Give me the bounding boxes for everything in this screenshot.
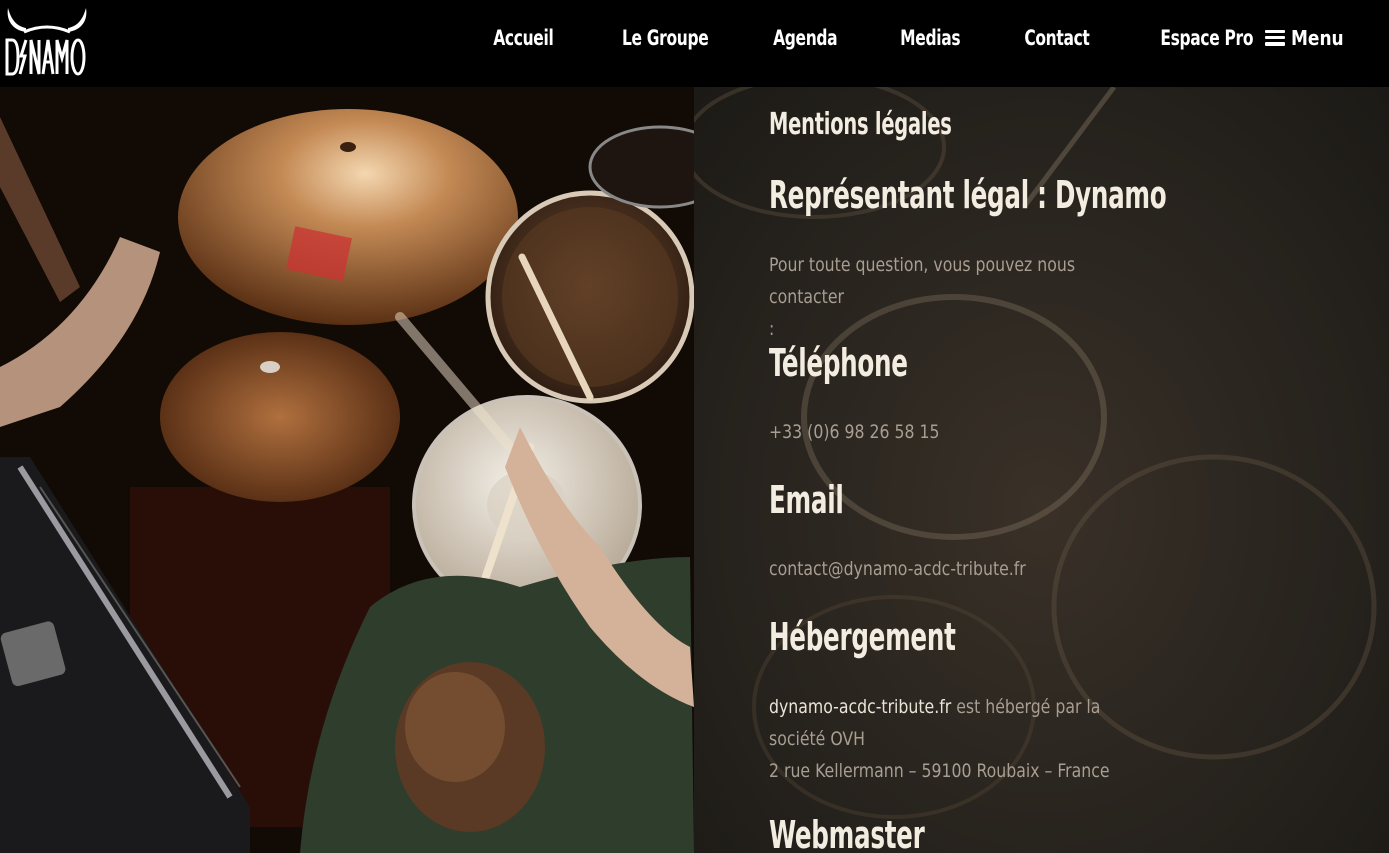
nav-espace-pro[interactable]: Espace Pro <box>1160 26 1253 50</box>
main-nav: Accueil Le Groupe Agenda Medias Contact … <box>480 0 1353 75</box>
representant-text: Pour toute question, vous pouvez nous co… <box>769 249 1111 345</box>
drummer-photo <box>0 87 694 853</box>
representant-text-line2: : <box>769 318 775 340</box>
nav-medias[interactable]: Medias <box>900 26 960 50</box>
page-title: Mentions légales <box>769 107 952 142</box>
host-address: 2 rue Kellermann – 59100 Roubaix – Franc… <box>769 760 1110 782</box>
drum-kit-illustration <box>0 87 694 853</box>
representant-text-line1: Pour toute question, vous pouvez nous co… <box>769 254 1076 308</box>
menu-label: Menu <box>1291 25 1344 50</box>
horns-icon <box>5 8 87 76</box>
email-heading: Email <box>769 478 844 522</box>
site-header: Accueil Le Groupe Agenda Medias Contact … <box>0 0 1389 87</box>
hosted-site-name: dynamo-acdc-tribute.fr <box>769 696 952 718</box>
legal-content: Mentions légales Représentant légal : Dy… <box>694 87 1389 853</box>
host-company: société OVH <box>769 728 865 750</box>
hebergement-text: dynamo-acdc-tribute.fr est hébergé par l… <box>769 691 1111 787</box>
dynamo-logo[interactable] <box>4 4 90 78</box>
hamburger-icon <box>1265 29 1286 46</box>
nav-contact[interactable]: Contact <box>1025 26 1091 50</box>
hosted-by-text: est hébergé par la <box>951 696 1101 718</box>
telephone-value: +33 (0)6 98 26 58 15 <box>769 416 1111 448</box>
email-link[interactable]: contact@dynamo-acdc-tribute.fr <box>769 558 1026 580</box>
hebergement-heading: Hébergement <box>769 615 956 659</box>
telephone-heading: Téléphone <box>769 341 908 385</box>
webmaster-heading: Webmaster <box>769 813 925 853</box>
nav-agenda[interactable]: Agenda <box>773 26 838 50</box>
nav-accueil[interactable]: Accueil <box>493 26 554 50</box>
nav-le-groupe[interactable]: Le Groupe <box>622 26 709 50</box>
telephone-link[interactable]: +33 (0)6 98 26 58 15 <box>769 421 939 443</box>
representant-heading: Représentant légal : Dynamo <box>769 173 1167 217</box>
email-value: contact@dynamo-acdc-tribute.fr <box>769 553 1111 585</box>
menu-button[interactable]: Menu <box>1265 26 1353 50</box>
